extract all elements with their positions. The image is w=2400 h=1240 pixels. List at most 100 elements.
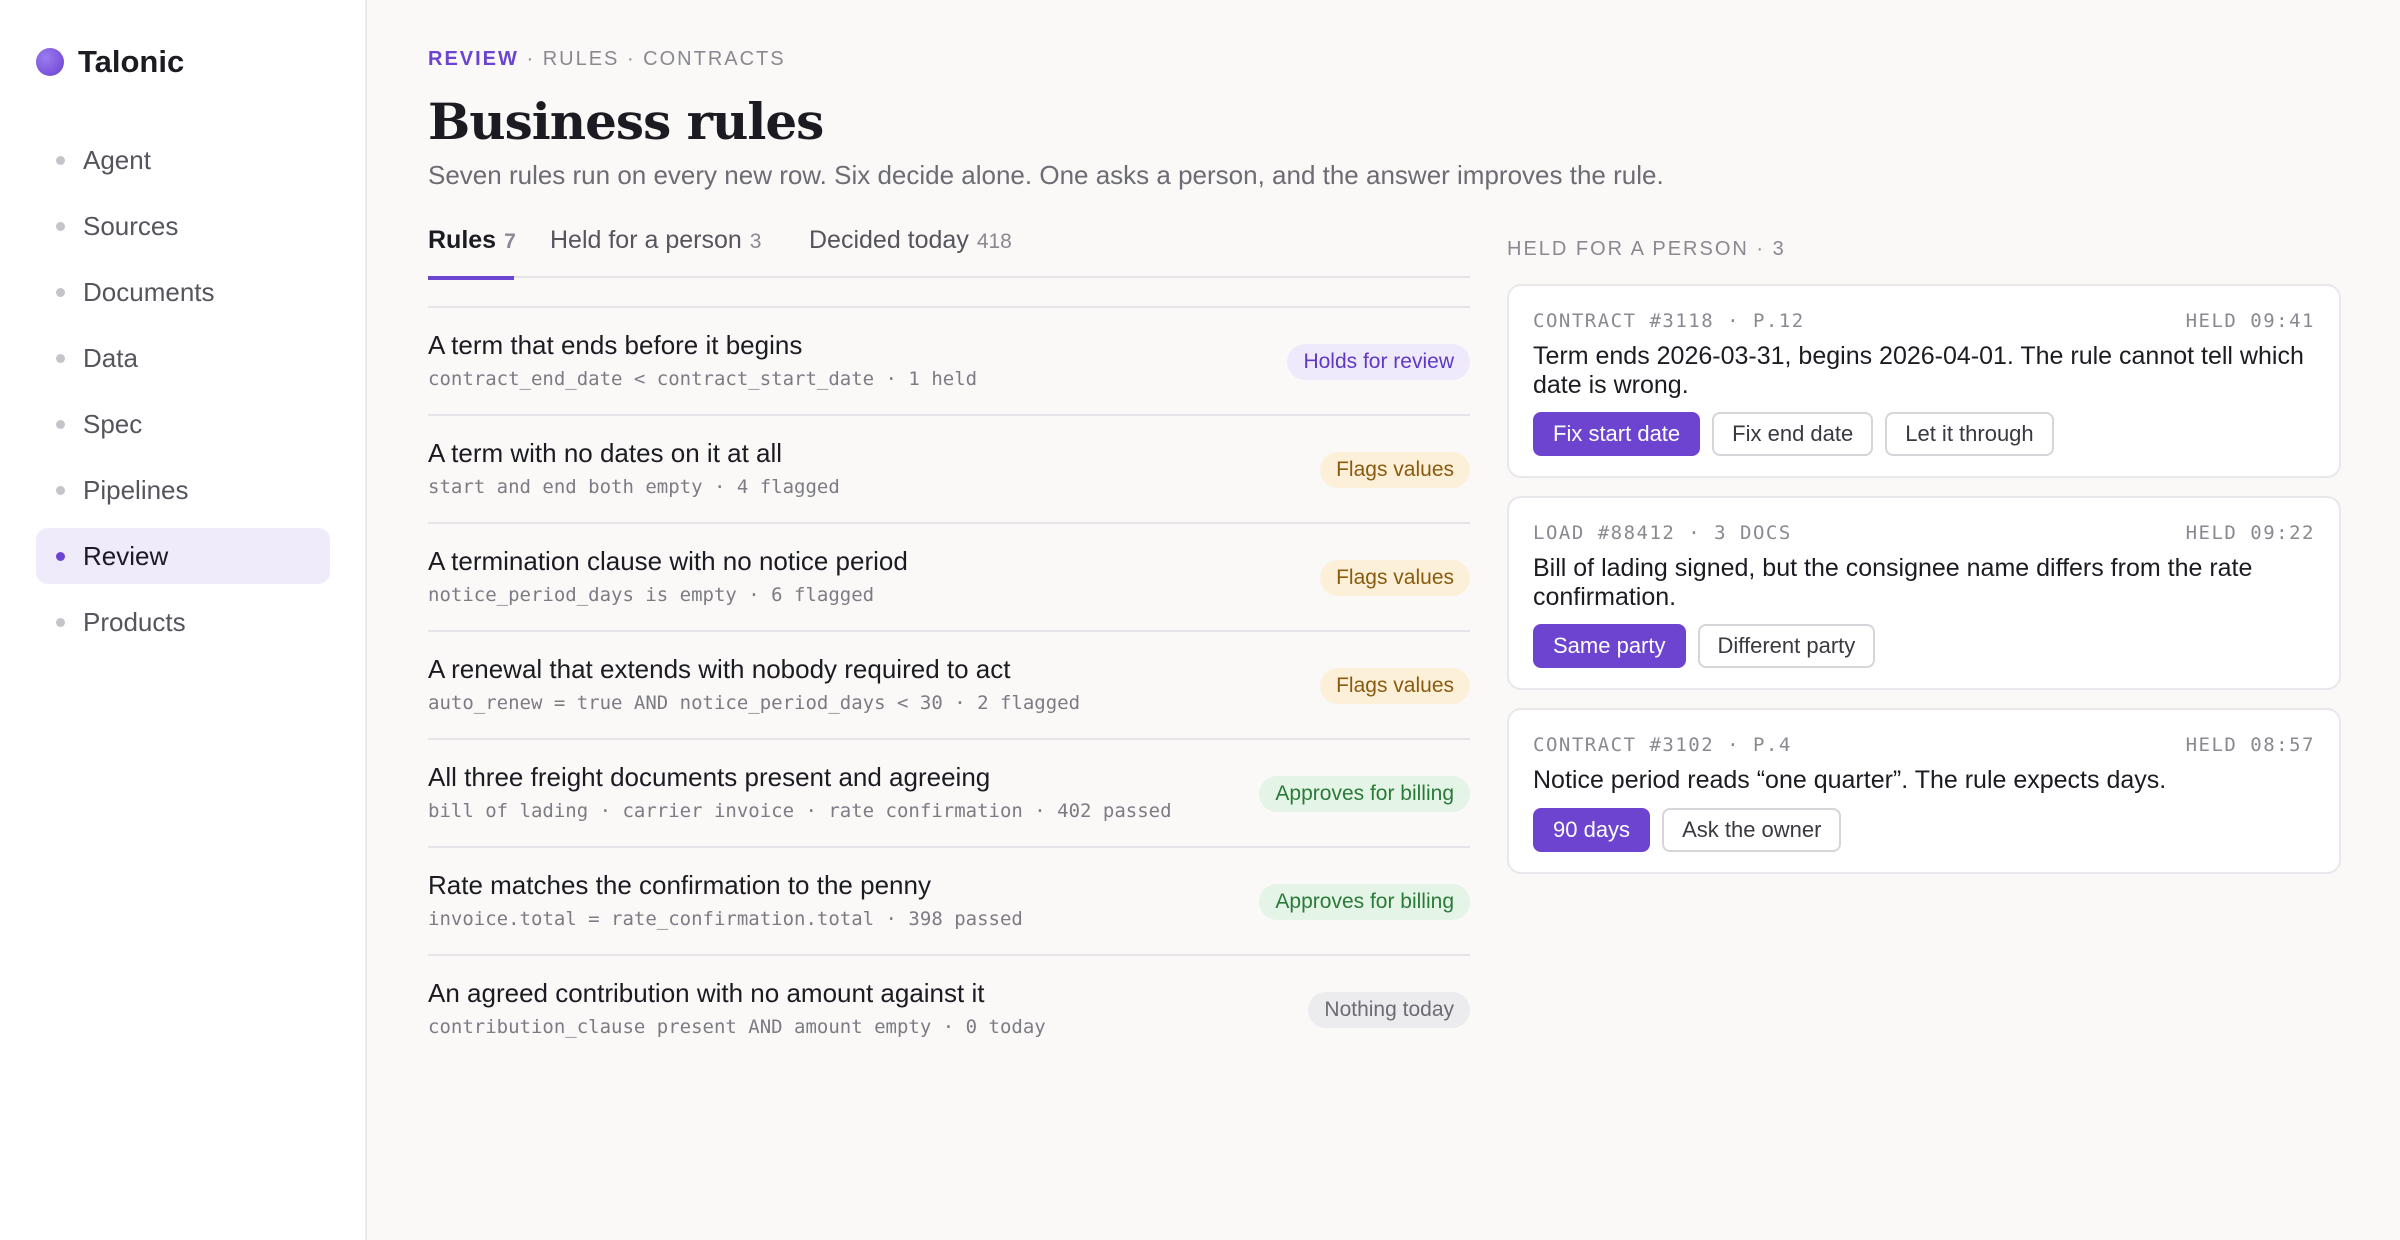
- status-badge: Flags values: [1320, 452, 1470, 488]
- sidebar-item-label: Pipelines: [83, 474, 189, 505]
- rule-condition: invoice.total = rate_confirmation.total …: [428, 908, 1023, 930]
- sidebar-item-products[interactable]: Products: [36, 594, 330, 650]
- sidebar-item-agent[interactable]: Agent: [36, 132, 330, 188]
- rule-title: A termination clause with no notice peri…: [428, 546, 908, 576]
- rule-condition: start and end both empty · 4 flagged: [428, 476, 840, 498]
- held-card-question: Notice period reads “one quarter”. The r…: [1533, 766, 2167, 794]
- rule-row[interactable]: An agreed contribution with no amount ag…: [428, 956, 1470, 1064]
- sidebar-item-label: Documents: [83, 276, 215, 307]
- status-badge: Approves for billing: [1259, 776, 1470, 812]
- sidebar-item-label: Spec: [83, 408, 143, 439]
- tab-held-for-a-person[interactable]: Held for a person 3: [550, 226, 761, 280]
- held-panel-header: HELD FOR A PERSON · 3: [1507, 238, 1786, 260]
- held-card-source: CONTRACT #3118 · P.12: [1533, 310, 1805, 332]
- bullet-icon: [56, 617, 65, 627]
- sidebar-item-label: Data: [83, 342, 138, 373]
- ninety-days-button[interactable]: 90 days: [1533, 808, 1651, 852]
- bullet-icon: [56, 419, 65, 429]
- tab-label: Decided today: [809, 226, 969, 254]
- held-card-time: HELD 09:41: [2185, 310, 2315, 332]
- held-card-actions: Same party Different party: [1533, 624, 1887, 668]
- bullet-icon: [56, 287, 65, 297]
- logo-icon: [36, 48, 64, 76]
- status-badge: Flags values: [1320, 560, 1470, 596]
- rule-row[interactable]: A termination clause with no notice peri…: [428, 524, 1470, 632]
- sidebar-item-label: Review: [83, 540, 169, 571]
- sidebar-item-sources[interactable]: Sources: [36, 198, 330, 254]
- brand[interactable]: Talonic: [36, 44, 184, 80]
- tab-count: 418: [976, 230, 1012, 253]
- rule-row[interactable]: All three freight documents present and …: [428, 740, 1470, 848]
- let-it-through-button[interactable]: Let it through: [1885, 412, 2054, 456]
- status-badge: Nothing today: [1308, 992, 1470, 1028]
- tab-label: Rules: [428, 226, 497, 254]
- held-card-time: HELD 09:22: [2185, 522, 2315, 544]
- held-card-question: Term ends 2026-03-31, begins 2026-04-01.…: [1533, 342, 2304, 399]
- rule-title: Rate matches the confirmation to the pen…: [428, 870, 931, 900]
- page-subtitle: Seven rules run on every new row. Six de…: [428, 160, 1664, 190]
- tab-count: 3: [749, 230, 762, 253]
- tab-bar: Rules 7 Held for a person 3 Decided today 4…: [428, 222, 1470, 280]
- held-card: CONTRACT #3118 · P.12 HELD 09:41 Term en…: [1507, 284, 2341, 478]
- held-card-source: CONTRACT #3102 · P.4: [1533, 734, 1792, 756]
- bullet-icon: [56, 551, 65, 561]
- bullet-icon: [56, 155, 65, 165]
- sidebar-item-documents[interactable]: Documents: [36, 264, 330, 320]
- status-badge: Holds for review: [1287, 344, 1470, 380]
- rule-row[interactable]: A renewal that extends with nobody requi…: [428, 632, 1470, 740]
- rule-condition: bill of lading · carrier invoice · rate …: [428, 800, 1172, 822]
- bullet-icon: [56, 353, 65, 363]
- tab-decided-today[interactable]: Decided today 418: [809, 226, 1012, 280]
- sidebar-item-label: Agent: [83, 144, 151, 175]
- held-card: LOAD #88412 · 3 DOCS HELD 09:22 Bill of …: [1507, 496, 2341, 690]
- same-party-button[interactable]: Same party: [1533, 624, 1686, 668]
- bullet-icon: [56, 485, 65, 495]
- breadcrumb-rules[interactable]: RULES: [543, 48, 620, 70]
- main-content: REVIEW · RULES · CONTRACTS Business rule…: [428, 0, 2348, 1240]
- sidebar-item-review[interactable]: Review: [36, 528, 330, 584]
- tab-rules[interactable]: Rules 7: [428, 226, 516, 280]
- breadcrumb-review[interactable]: REVIEW: [428, 48, 519, 70]
- held-card-question: Bill of lading signed, but the consignee…: [1533, 554, 2253, 611]
- page-title: Business rules: [428, 92, 824, 151]
- tab-label: Held for a person: [550, 226, 742, 254]
- breadcrumb-separator: ·: [619, 48, 644, 70]
- rule-row[interactable]: A term that ends before it begins contra…: [428, 308, 1470, 416]
- rule-title: A renewal that extends with nobody requi…: [428, 654, 1011, 684]
- held-card-time: HELD 08:57: [2185, 734, 2315, 756]
- app-name: Talonic: [78, 44, 185, 79]
- breadcrumb: REVIEW · RULES · CONTRACTS: [428, 48, 786, 71]
- held-card-source: LOAD #88412 · 3 DOCS: [1533, 522, 1792, 544]
- sidebar-item-label: Products: [83, 606, 186, 637]
- fix-start-date-button[interactable]: Fix start date: [1533, 412, 1701, 456]
- sidebar-item-data[interactable]: Data: [36, 330, 330, 386]
- bullet-icon: [56, 221, 65, 231]
- fix-end-date-button[interactable]: Fix end date: [1712, 412, 1874, 456]
- rule-condition: notice_period_days is empty · 6 flagged: [428, 584, 875, 606]
- sidebar-item-label: Sources: [83, 210, 179, 241]
- held-card-actions: Fix start date Fix end date Let it throu…: [1533, 412, 2066, 456]
- rule-condition: contract_end_date < contract_start_date …: [428, 368, 978, 390]
- rule-row[interactable]: Rate matches the confirmation to the pen…: [428, 848, 1470, 956]
- rule-row[interactable]: A term with no dates on it at all start …: [428, 416, 1470, 524]
- sidebar-item-pipelines[interactable]: Pipelines: [36, 462, 330, 518]
- held-card-actions: 90 days Ask the owner: [1533, 808, 1853, 852]
- held-card: CONTRACT #3102 · P.4 HELD 08:57 Notice p…: [1507, 708, 2341, 874]
- sidebar-item-spec[interactable]: Spec: [36, 396, 330, 452]
- breadcrumb-contracts[interactable]: CONTRACTS: [643, 48, 785, 70]
- sidebar: Talonic Agent Sources Documents Data Spe…: [0, 0, 367, 1240]
- different-party-button[interactable]: Different party: [1697, 624, 1876, 668]
- rule-condition: auto_renew = true AND notice_period_days…: [428, 692, 1081, 714]
- rules-list: A term that ends before it begins contra…: [428, 306, 1470, 1064]
- rule-condition: contribution_clause present AND amount e…: [428, 1016, 1046, 1038]
- rule-title: A term that ends before it begins: [428, 330, 803, 360]
- sidebar-nav: Agent Sources Documents Data Spec Pipeli…: [36, 132, 330, 660]
- status-badge: Approves for billing: [1259, 884, 1470, 920]
- ask-the-owner-button[interactable]: Ask the owner: [1662, 808, 1842, 852]
- breadcrumb-separator: ·: [518, 48, 543, 70]
- status-badge: Flags values: [1320, 668, 1470, 704]
- rule-title: An agreed contribution with no amount ag…: [428, 978, 985, 1008]
- rule-title: All three freight documents present and …: [428, 762, 991, 792]
- tab-count: 7: [504, 230, 516, 253]
- rule-title: A term with no dates on it at all: [428, 438, 783, 468]
